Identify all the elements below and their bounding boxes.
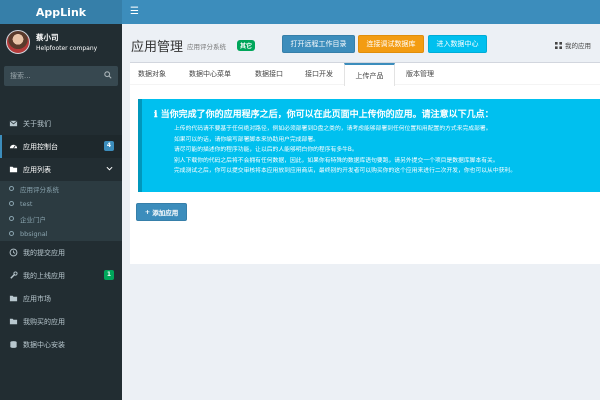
plus-icon: +	[144, 208, 151, 216]
sidebar-item-submitted-apps[interactable]: 我的提交应用	[0, 241, 122, 264]
submenu-item-test[interactable]: test	[0, 196, 122, 211]
tab-interface-dev[interactable]: 接口开发	[297, 63, 341, 85]
submenu-item-bbsignal[interactable]: bbsignal	[0, 226, 122, 241]
tab-bar: 数据对象 数据中心菜单 数据接口 接口开发 上传产品 版本管理	[130, 63, 600, 86]
submenu-item-rating-system[interactable]: 应用评分系统	[0, 181, 122, 196]
circle-icon	[9, 231, 14, 236]
sidebar-item-datacenter-install[interactable]: 数据中心安装	[0, 333, 122, 356]
sidebar-item-label: 我购买的应用	[23, 317, 65, 326]
list-item: 如果可以的话，请你编写部署脚本来协助用户完成部署。	[174, 135, 598, 146]
tab-data-objects[interactable]: 数据对象	[130, 63, 174, 85]
submenu-item-portal[interactable]: 企业门户	[0, 211, 122, 226]
connect-debug-db-button[interactable]: 连接调试数据库	[358, 35, 424, 53]
sidebar-item-label: 应用控制台	[23, 142, 58, 151]
page-title: 应用管理	[131, 40, 184, 55]
circle-icon	[9, 216, 14, 221]
submenu-item-label: 应用评分系统	[20, 185, 59, 194]
chevron-down-icon[interactable]	[106, 165, 113, 172]
callout-title-text: 当你完成了你的应用程序之后，你可以在此页面中上传你的应用。请注意以下几点：	[160, 110, 494, 120]
enter-datacenter-button[interactable]: 进入数据中心	[428, 35, 487, 53]
list-item: 别人下载你的代码之后将不会拥有任何数据，因此，如果你有特殊的数据库语句要跑，请另…	[174, 156, 598, 167]
add-app-label: 添加应用	[152, 209, 179, 217]
database-icon	[10, 341, 17, 348]
sidebar-item-label: 我的提交应用	[23, 248, 65, 257]
sidebar-item-label: 我的上线应用	[23, 271, 65, 280]
tab-version-management[interactable]: 版本管理	[398, 63, 442, 85]
user-panel: 蔡小司 Helpfooter company	[0, 24, 122, 62]
search-input[interactable]: 搜索...	[4, 66, 118, 86]
sidebar-item-label: 应用列表	[23, 165, 51, 174]
list-item: 上传的代码请不要基于任何绝对路径，例如必须部署到D盘之类的，请考虑能够部署到任何…	[174, 124, 598, 135]
wrench-icon	[10, 271, 18, 279]
grid-icon	[555, 41, 562, 49]
submenu-item-label: test	[20, 199, 33, 208]
brand-logo[interactable]: AppLink	[0, 0, 122, 24]
dashboard-icon	[9, 144, 18, 149]
sidebar-item-label: 数据中心安装	[23, 340, 65, 349]
search-icon[interactable]	[104, 71, 112, 79]
circle-icon	[9, 186, 14, 191]
folder-icon	[9, 318, 18, 325]
my-apps-link[interactable]: 我的应用	[555, 40, 591, 50]
sidebar-item-purchased-apps[interactable]: 我购买的应用	[0, 310, 122, 333]
sidebar-item-console[interactable]: 应用控制台 4	[0, 135, 122, 158]
tab-data-interface[interactable]: 数据接口	[247, 63, 291, 85]
sidebar-toggle-icon[interactable]: ☰	[130, 6, 139, 18]
callout-list: 上传的代码请不要基于任何绝对路径，例如必须部署到D盘之类的，请考虑能够部署到任何…	[174, 124, 598, 177]
callout-title: ℹ 当你完成了你的应用程序之后，你可以在此页面中上传你的应用。请注意以下几点：	[154, 107, 598, 120]
content-box: 数据对象 数据中心菜单 数据接口 接口开发 上传产品 版本管理 ℹ 当你完成了你…	[130, 62, 600, 264]
top-navbar: ☰	[122, 0, 600, 24]
tab-datacenter-menu[interactable]: 数据中心菜单	[180, 63, 240, 85]
online-count-badge: 1	[103, 270, 114, 280]
user-company: Helpfooter company	[36, 45, 98, 52]
app-list-submenu: 应用评分系统 test 企业门户 bbsignal	[0, 181, 122, 241]
list-item: 完成测试之后，你可以提交审核将本应用放到应用商店，最终别的开发者可以购买你的这个…	[174, 166, 598, 177]
version-badge: 其它	[237, 40, 256, 51]
add-app-button[interactable]: + 添加应用	[136, 203, 187, 221]
page-subtitle: 应用评分系统	[187, 43, 226, 51]
clock-icon	[9, 248, 18, 257]
sidebar-item-about[interactable]: 关于我们	[0, 112, 122, 135]
sidebar-menu: 关于我们 应用控制台 4 应用列表 应用评分系统 test 企业门户 bbsig…	[0, 112, 122, 356]
sidebar-item-online-apps[interactable]: 我的上线应用 1	[0, 264, 122, 287]
circle-icon	[9, 201, 14, 206]
folder-icon	[9, 166, 18, 173]
envelope-icon	[9, 120, 18, 127]
upload-info-callout: ℹ 当你完成了你的应用程序之后，你可以在此页面中上传你的应用。请注意以下几点： …	[138, 99, 600, 192]
sidebar: 蔡小司 Helpfooter company 搜索... 关于我们 应用控制台 …	[0, 24, 122, 400]
my-apps-label: 我的应用	[565, 42, 591, 50]
open-remote-dir-button[interactable]: 打开远程工作目录	[282, 35, 355, 53]
sidebar-item-label: 应用市场	[23, 294, 51, 303]
sidebar-item-label: 关于我们	[23, 119, 51, 128]
sidebar-item-app-market[interactable]: 应用市场	[0, 287, 122, 310]
search-placeholder: 搜索...	[10, 72, 31, 80]
submenu-item-label: bbsignal	[20, 229, 48, 238]
sidebar-item-app-list[interactable]: 应用列表	[0, 158, 122, 181]
submenu-item-label: 企业门户	[20, 215, 46, 224]
console-count-badge: 4	[103, 141, 114, 151]
user-name: 蔡小司	[36, 33, 59, 42]
folder-icon	[9, 295, 18, 302]
list-item: 请尽可能的描述你的程序功能，让以后的人能够明白你的程序有多牛B。	[174, 145, 598, 156]
avatar	[6, 30, 30, 54]
tab-upload-product[interactable]: 上传产品	[344, 63, 395, 86]
